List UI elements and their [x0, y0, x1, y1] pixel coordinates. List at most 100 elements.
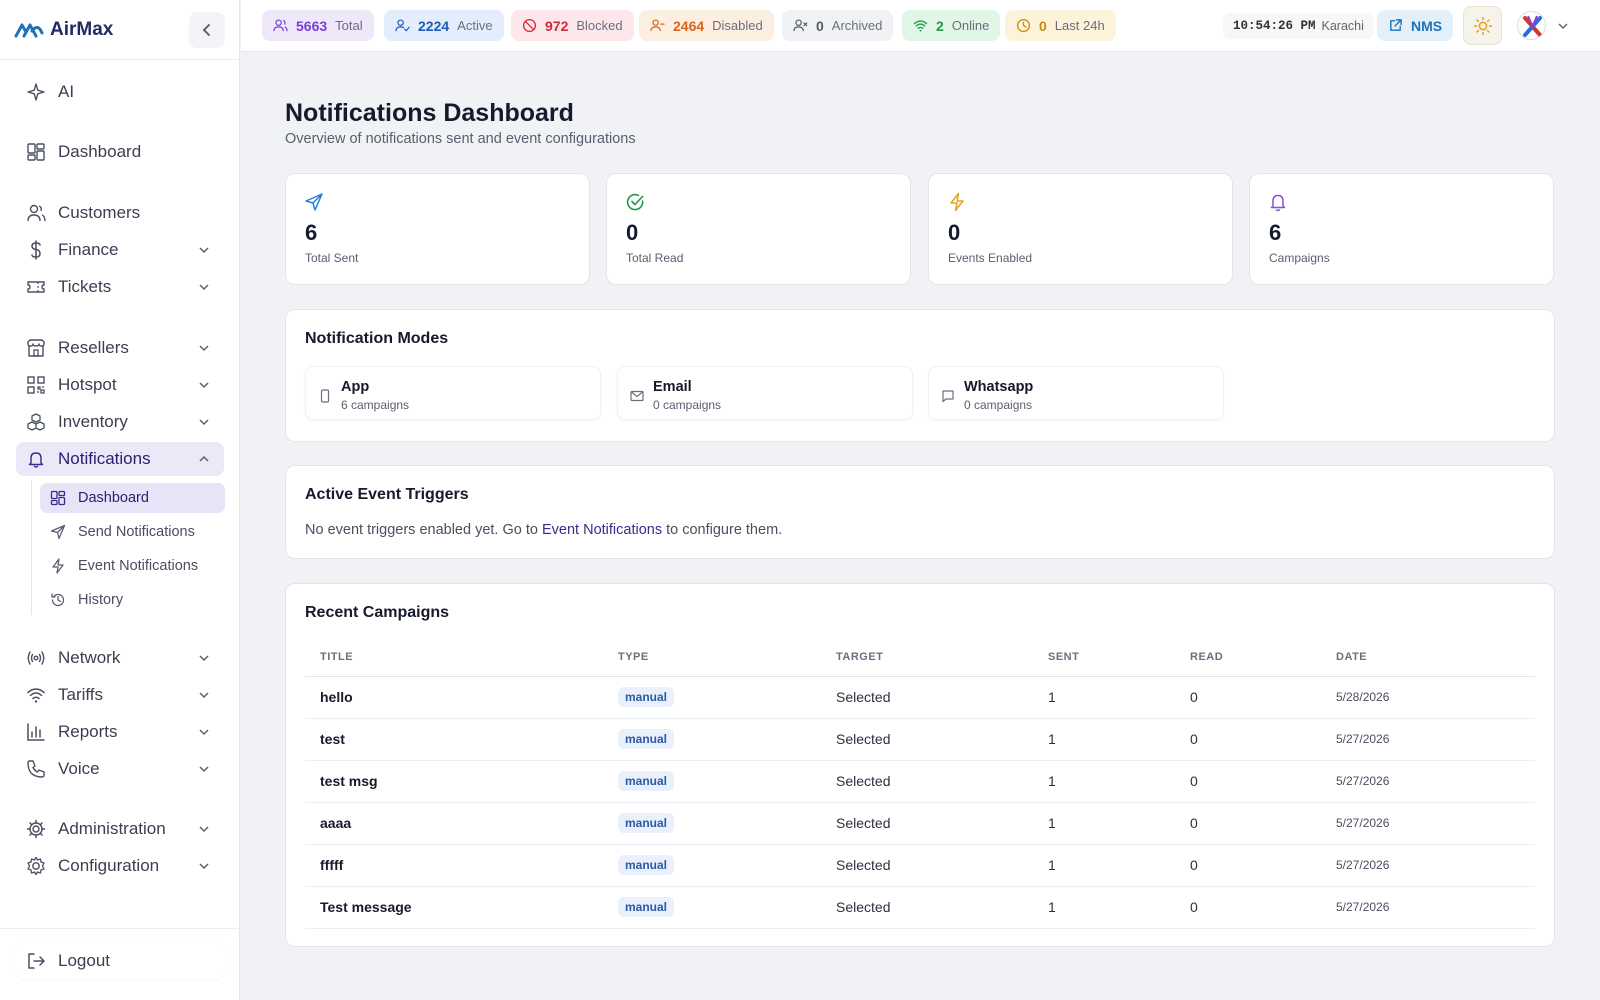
cell-title: fffff	[305, 844, 603, 887]
subnav-item-history[interactable]: History	[40, 585, 225, 615]
chip-label: Active	[457, 18, 493, 33]
subnav-item-label: Send Notifications	[78, 524, 195, 540]
stat-label: Events Enabled	[948, 251, 1033, 265]
user-check-icon	[395, 19, 410, 32]
sidebar-item-reports[interactable]: Reports	[16, 715, 224, 749]
avatar[interactable]	[1517, 11, 1546, 40]
text-after-link: to configure them.	[662, 522, 783, 538]
sidebar-item-configuration[interactable]: Configuration	[16, 849, 224, 883]
sidebar-item-label: Administration	[58, 819, 166, 838]
column-header[interactable]: TYPE	[603, 638, 821, 677]
column-header[interactable]: TITLE	[305, 638, 603, 677]
bell-icon	[28, 452, 44, 468]
topbar: 5663 Total 2224 Active 972 Blocked 2464 …	[241, 0, 1600, 52]
event-notifications-link[interactable]: Event Notifications	[542, 522, 662, 538]
sidebar-item-voice[interactable]: Voice	[16, 752, 224, 786]
sidebar-item-finance[interactable]: Finance	[16, 233, 224, 267]
chip-label: Online	[951, 18, 990, 33]
sidebar-item-label: Customers	[58, 203, 141, 222]
cell-read: 0	[1175, 676, 1321, 719]
chevron-down-icon	[199, 826, 209, 833]
sidebar-item-administration[interactable]: Administration	[16, 812, 224, 846]
sidebar-item-label: Tickets	[58, 277, 112, 296]
column-header[interactable]: DATE	[1321, 638, 1535, 677]
ticket-icon	[27, 281, 45, 293]
sidebar-item-label: AI	[58, 82, 75, 101]
theme-toggle-button[interactable]	[1463, 6, 1502, 45]
sidebar-item-network[interactable]: Network	[16, 641, 224, 675]
sidebar-item-tickets[interactable]: Tickets	[16, 270, 224, 304]
stat-chip-disabled[interactable]: 2464 Disabled	[639, 10, 774, 41]
stat-chip-last-24h[interactable]: 0 Last 24h	[1005, 10, 1116, 41]
table-row[interactable]: test msg manual Selected 1 0 5/27/2026	[305, 760, 1535, 803]
sidebar-item-customers[interactable]: Customers	[16, 196, 224, 230]
cell-read: 0	[1175, 802, 1321, 845]
cell-date: 5/27/2026	[1321, 802, 1535, 845]
brand-name: AirMax	[50, 18, 114, 40]
sidebar-item-inventory[interactable]: Inventory	[16, 405, 224, 439]
mail-icon	[630, 390, 644, 402]
nms-button[interactable]: NMS	[1377, 10, 1454, 41]
notification-modes-card: Notification Modes App 6 campaigns Email…	[285, 309, 1555, 442]
page-subtitle: Overview of notifications sent and event…	[285, 131, 636, 147]
cell-target: Selected	[821, 802, 1033, 845]
sidebar-item-resellers[interactable]: Resellers	[16, 331, 224, 365]
sidebar-item-label: Inventory	[58, 412, 128, 431]
chip-value: 2224	[418, 17, 450, 34]
chip-label: Disabled	[712, 18, 763, 33]
subnav-item-event-notifications[interactable]: Event Notifications	[40, 551, 225, 581]
stat-chip-active[interactable]: 2224 Active	[384, 10, 504, 41]
stat-chip-blocked[interactable]: 972 Blocked	[511, 10, 634, 41]
mode-email: Email 0 campaigns	[617, 366, 913, 420]
wifi-icon	[27, 688, 45, 703]
table-row[interactable]: test manual Selected 1 0 5/27/2026	[305, 718, 1535, 761]
stat-chip-online[interactable]: 2 Online	[902, 10, 1001, 41]
sidebar-item-ai[interactable]: AI	[16, 75, 224, 109]
column-header[interactable]: TARGET	[821, 638, 1033, 677]
sidebar-collapse-button[interactable]	[189, 12, 225, 48]
stat-value: 6	[1269, 220, 1282, 245]
users-icon	[27, 204, 46, 222]
subnav-item-send-notifications[interactable]: Send Notifications	[40, 517, 225, 547]
dashboard-icon	[27, 143, 45, 161]
chevron-up-icon	[199, 455, 209, 462]
cell-title: Test message	[305, 886, 603, 929]
clock-time: 10:54:26 PM	[1233, 19, 1316, 33]
logout-button[interactable]: Logout	[16, 943, 224, 979]
table-row[interactable]: fffff manual Selected 1 0 5/27/2026	[305, 844, 1535, 887]
boxes-icon	[27, 413, 45, 431]
cell-title: hello	[305, 676, 603, 719]
sidebar-item-label: Notifications	[58, 449, 151, 468]
sidebar-item-notifications[interactable]: Notifications	[16, 442, 224, 476]
subnav-item-dashboard[interactable]: Dashboard	[40, 483, 225, 513]
stat-chip-archived[interactable]: 0 Archived	[782, 10, 894, 41]
empty-state-text: No event triggers enabled yet. Go to Eve…	[305, 522, 782, 538]
broadcast-icon	[27, 651, 45, 665]
send-icon	[305, 193, 323, 211]
cell-type: manual	[603, 844, 821, 887]
table-row[interactable]: aaaa manual Selected 1 0 5/27/2026	[305, 802, 1535, 845]
sparkles-icon	[27, 83, 45, 101]
chat-icon	[942, 390, 954, 403]
sidebar-item-label: Resellers	[58, 338, 129, 357]
bar-chart-icon	[27, 723, 45, 741]
column-header[interactable]: SENT	[1033, 638, 1175, 677]
stat-chip-total[interactable]: 5663 Total	[262, 10, 374, 41]
stat-card-events-enabled: 0 Events Enabled	[928, 173, 1233, 285]
dashboard-icon	[50, 490, 66, 506]
type-badge: manual	[618, 687, 675, 707]
sidebar-item-dashboard[interactable]: Dashboard	[16, 135, 224, 169]
table-row[interactable]: Test message manual Selected 1 0 5/27/20…	[305, 886, 1535, 929]
sidebar-item-tariffs[interactable]: Tariffs	[16, 678, 224, 712]
table-row[interactable]: hello manual Selected 1 0 5/28/2026	[305, 676, 1535, 719]
stat-card-total-read: 0 Total Read	[606, 173, 911, 285]
airmax-logo-icon	[14, 23, 44, 37]
cell-date: 5/27/2026	[1321, 844, 1535, 887]
column-header[interactable]: READ	[1175, 638, 1321, 677]
sidebar-item-hotspot[interactable]: Hotspot	[16, 368, 224, 402]
stat-label: Total Read	[626, 251, 684, 265]
stat-value: 0	[626, 220, 639, 245]
mode-whatsapp: Whatsapp 0 campaigns	[928, 366, 1224, 420]
chevron-down-icon[interactable]	[1557, 20, 1569, 32]
cog-icon	[27, 856, 45, 876]
